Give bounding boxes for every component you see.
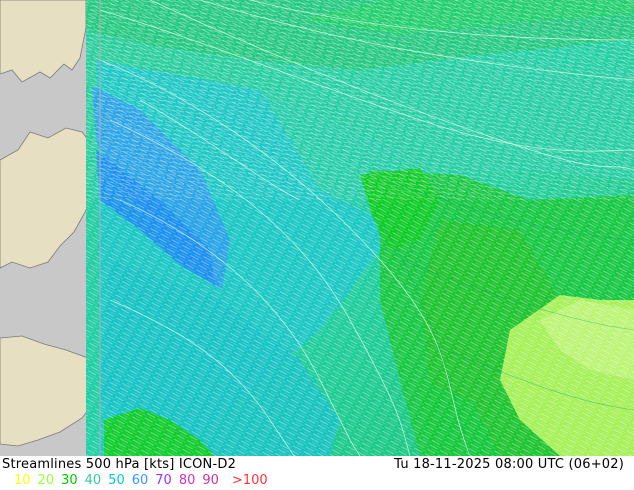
streamline-map (0, 0, 634, 456)
valid-time: Tu 18-11-2025 08:00 UTC (06+02) (394, 457, 624, 472)
map-title: Streamlines 500 hPa [kts] ICON-D2 (2, 457, 237, 472)
legend-item: 80 (178, 473, 196, 488)
legend-item: 20 (37, 473, 55, 488)
map-footer: Streamlines 500 hPa [kts] ICON-D2 Tu 18-… (0, 456, 634, 490)
legend-item: 50 (108, 473, 125, 488)
legend-item: 40 (84, 473, 102, 488)
wind-speed-legend: 10 20 30 40 50 60 70 80 90 >100 (14, 473, 268, 488)
legend-item: 60 (131, 473, 149, 488)
legend-item: 90 (202, 473, 219, 488)
legend-item: 70 (155, 473, 172, 488)
wind-field (86, 0, 634, 456)
legend-item: 10 (14, 473, 31, 488)
legend-item: >100 (231, 473, 268, 488)
legend-item: 30 (61, 473, 78, 488)
